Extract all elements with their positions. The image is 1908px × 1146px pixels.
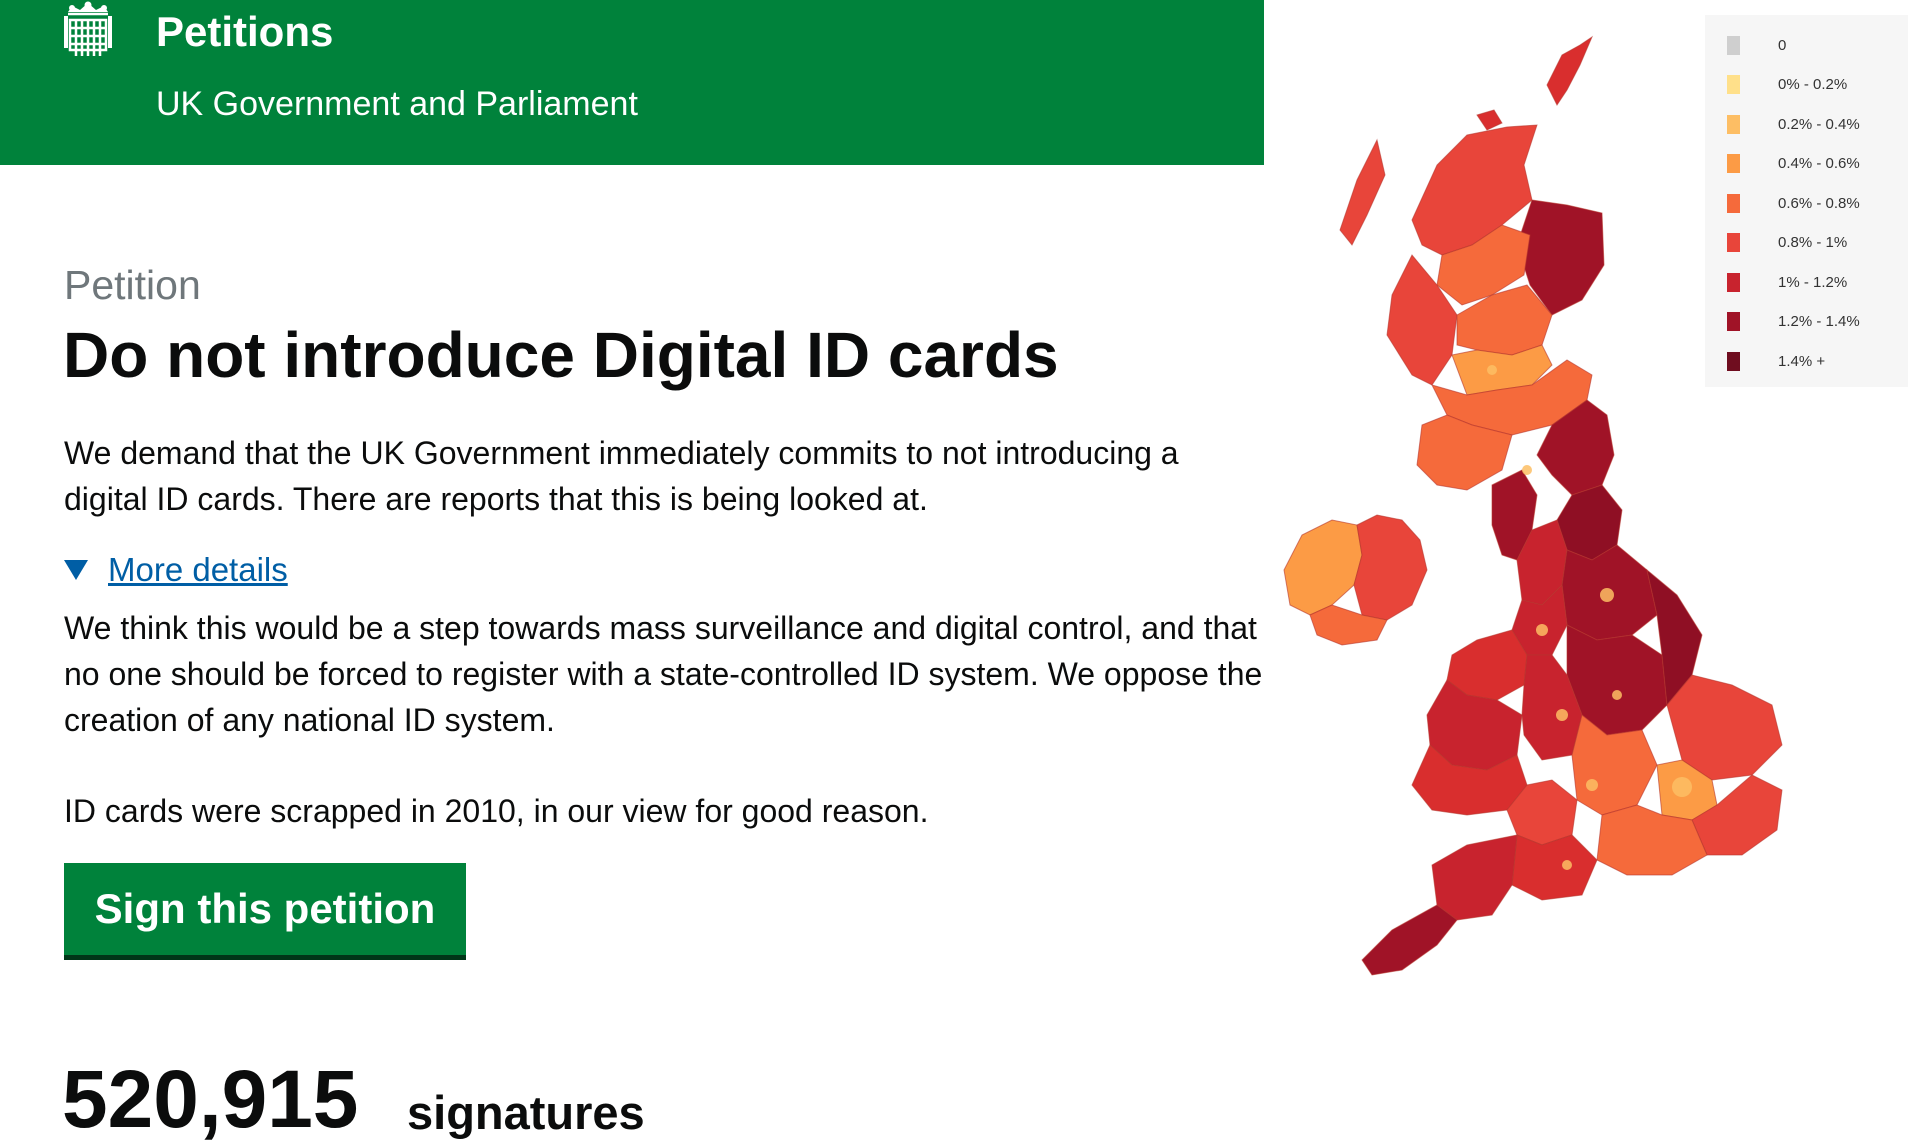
legend-label: 0.2% - 0.4% [1778,115,1860,133]
petition-details-paragraph: ID cards were scrapped in 2010, in our v… [64,793,929,829]
legend-swatch [1727,35,1740,55]
signature-label: signatures [407,1086,645,1139]
more-details-toggle[interactable]: More details [64,551,288,589]
legend-swatch [1727,114,1740,134]
legend-swatch [1727,272,1740,292]
site-header: Petitions UK Government and Parliament [0,0,1264,165]
legend-item: 0.4% - 0.6% [1727,152,1860,176]
legend-swatch [1727,233,1740,252]
site-subtitle: UK Government and Parliament [156,85,638,123]
legend-item: 1.4% + [1727,349,1825,373]
legend-label: 1.4% + [1778,352,1826,370]
legend-label: 0.8% - 1% [1778,234,1848,251]
legend-label: 0% - 0.2% [1778,76,1848,93]
petition-details-paragraph: We think this would be a step towards ma… [64,610,1263,738]
more-details-link[interactable]: More details [108,551,288,589]
legend-label: 0 [1778,36,1787,54]
portcullis-icon [64,1,112,56]
signature-count: 520,915 [62,1054,359,1145]
map-region-cornwall [1361,904,1458,976]
site-title-link[interactable]: Petitions [156,8,333,56]
legend-item: 0.8% - 1% [1727,231,1847,255]
petition-summary: We demand that the UK Government immedia… [64,435,1179,517]
triangle-down-icon [64,560,88,580]
legend-swatch [1727,154,1740,173]
map-region-dorset [1511,834,1598,901]
map-region-ni-west [1283,519,1363,616]
map-region-shetland [1546,35,1594,106]
legend-item: 0% - 0.2% [1727,73,1847,97]
legend-label: 1% - 1.2% [1778,273,1848,291]
legend-swatch [1727,312,1740,331]
legend-item: 0 [1727,33,1786,57]
legend-swatch [1727,193,1740,213]
legend-item: 1% - 1.2% [1727,270,1847,294]
sign-petition-button[interactable]: Sign this petition [64,863,466,955]
legend-item: 0.6% - 0.8% [1727,191,1860,215]
map-legend: 0 0% - 0.2% 0.2% - 0.4% 0.4% - 0.6% 0.6% - 0… [1705,15,1908,387]
petition-title: Do not introduce Digital ID cards [63,319,1059,391]
legend-swatch [1727,75,1740,94]
legend-label: 0.4% - 0.6% [1778,155,1860,172]
page-caption: Petition [64,262,201,308]
legend-swatch [1727,351,1740,371]
map-region-western-isles [1339,138,1386,246]
map-region-ni-east [1353,514,1428,621]
legend-label: 0.6% - 0.8% [1778,194,1860,212]
legend-label: 1.2% - 1.4% [1778,313,1860,330]
legend-item: 1.2% - 1.4% [1727,310,1860,334]
legend-item: 0.2% - 0.4% [1727,112,1860,136]
map-region-devon [1431,834,1518,921]
map-region-orkney [1476,109,1503,131]
